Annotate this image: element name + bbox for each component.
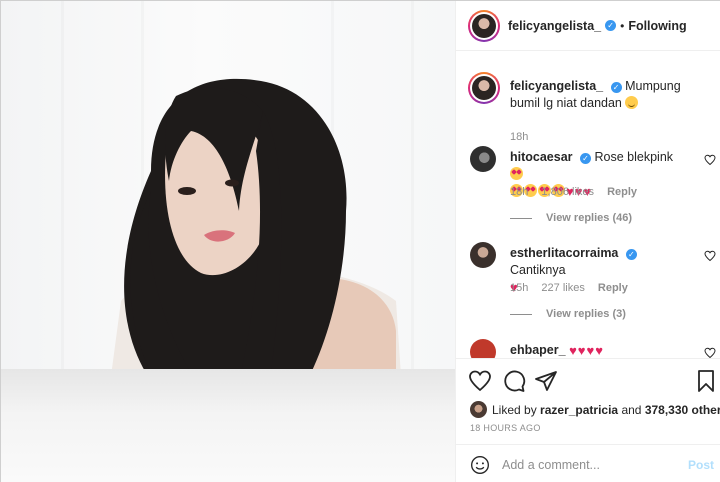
action-icon-row: [468, 369, 714, 393]
replies-line: [510, 313, 532, 315]
comment-username[interactable]: ehbaper_: [510, 343, 566, 357]
replies-line: [510, 217, 532, 219]
heart-emoji-icon: ♥: [577, 343, 586, 358]
comment-body: Rose blekpink: [594, 150, 674, 164]
comment-body: Cantiknya: [510, 263, 566, 277]
like-comment-heart-icon[interactable]: [704, 250, 716, 262]
comment-time[interactable]: 18h: [510, 186, 528, 198]
comment-likes[interactable]: 227 likes: [541, 282, 584, 294]
caption-avatar[interactable]: [468, 72, 500, 104]
reply-button[interactable]: Reply: [598, 282, 628, 294]
caption-text: felicyangelista_ ✓ Mumpung bumil lg niat…: [510, 78, 710, 112]
bookmark-icon[interactable]: [694, 369, 718, 393]
commenter-avatar[interactable]: [470, 339, 496, 358]
heart-emoji-icon: ♥: [569, 343, 577, 358]
separator-dot: •: [620, 18, 625, 33]
posted-time[interactable]: 18 HOURS AGO: [470, 423, 541, 433]
author-username[interactable]: felicyangelista_: [508, 19, 601, 33]
following-button[interactable]: Following: [628, 19, 686, 33]
likes-mid: and: [621, 402, 642, 417]
likes-prefix: Liked by: [492, 402, 537, 417]
comment-meta: 18h 1,806 likes Reply: [510, 186, 647, 198]
blush-emoji-icon: [625, 96, 639, 109]
likes-others[interactable]: 378,330 others: [645, 403, 720, 417]
verified-icon: ✓: [605, 20, 617, 31]
post-photo[interactable]: [1, 1, 455, 482]
caption-username[interactable]: felicyangelista_: [510, 79, 603, 93]
verified-icon: ✓: [580, 153, 592, 164]
commenter-avatar[interactable]: [470, 242, 496, 268]
comment-input[interactable]: Add a comment...: [502, 458, 688, 472]
heart-emoji-icon: ♥: [586, 343, 595, 358]
comment-username[interactable]: estherlitacorraima: [510, 246, 618, 260]
caption-time[interactable]: 18h: [510, 131, 528, 143]
post-header: felicyangelista_ ✓ • Following: [456, 1, 720, 51]
instagram-post: felicyangelista_ ✓ • Following felicyang…: [0, 0, 720, 482]
share-icon[interactable]: [534, 369, 558, 393]
post-side-panel: felicyangelista_ ✓ • Following felicyang…: [455, 1, 720, 482]
liker-username[interactable]: razer_patricia: [540, 403, 618, 417]
table-surface: [1, 369, 455, 482]
view-replies-label: View replies (3): [546, 308, 626, 320]
view-replies-button[interactable]: View replies (3): [510, 308, 626, 320]
comments-list[interactable]: felicyangelista_ ✓ Mumpung bumil lg niat…: [456, 52, 720, 358]
author-avatar[interactable]: [468, 9, 500, 42]
heart-emoji-icon: ♥: [595, 343, 603, 358]
likes-summary[interactable]: Liked by razer_patricia and 378,330 othe…: [470, 401, 720, 418]
like-comment-heart-icon[interactable]: [704, 154, 716, 166]
comment-likes[interactable]: 1,806 likes: [541, 186, 594, 198]
liker-avatar[interactable]: [470, 401, 487, 418]
verified-icon: ✓: [625, 249, 637, 260]
add-comment-bar: Add a comment... Post: [456, 444, 720, 482]
heart-eyes-emoji-icon: [510, 167, 523, 180]
comment-meta: 15h 227 likes Reply: [510, 282, 638, 294]
view-replies-label: View replies (46): [546, 212, 633, 224]
verified-icon: ✓: [610, 82, 622, 93]
comment-time[interactable]: 15h: [510, 282, 528, 294]
post-comment-button[interactable]: Post: [688, 458, 714, 472]
view-replies-button[interactable]: View replies (46): [510, 212, 632, 224]
heart-icon[interactable]: [468, 369, 492, 393]
like-comment-heart-icon[interactable]: [704, 347, 716, 358]
commenter-avatar[interactable]: [470, 146, 496, 172]
smile-icon[interactable]: [470, 455, 490, 475]
reply-button[interactable]: Reply: [607, 186, 637, 198]
post-actions: Liked by razer_patricia and 378,330 othe…: [456, 358, 720, 482]
comment-username[interactable]: hitocaesar: [510, 150, 573, 164]
comment-text: ehbaper_ ♥♥♥♥: [510, 342, 690, 358]
comment-icon[interactable]: [502, 369, 526, 393]
